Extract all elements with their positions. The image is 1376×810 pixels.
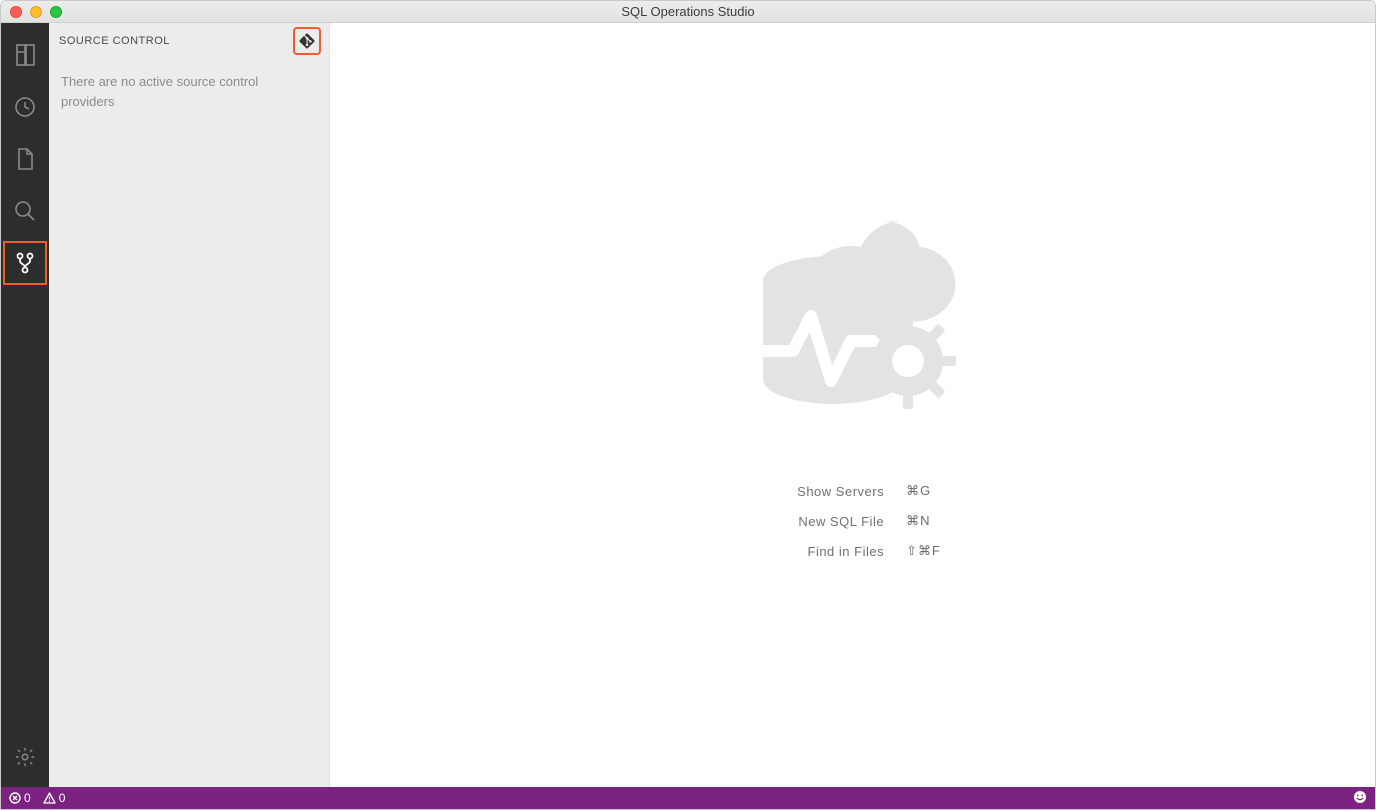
cmd-label: Find in Files — [764, 544, 884, 559]
welcome-commands: Show Servers ⌘G New SQL File ⌘N Find in … — [764, 483, 941, 559]
sidebar-header: SOURCE CONTROL — [49, 23, 329, 58]
welcome-cmd-find-files: Find in Files ⇧⌘F — [764, 543, 941, 559]
history-icon — [13, 95, 37, 119]
maximize-window-button[interactable] — [50, 6, 62, 18]
status-warnings-count: 0 — [59, 791, 66, 805]
welcome-cmd-show-servers: Show Servers ⌘G — [764, 483, 941, 499]
cmd-shortcut: ⌘G — [906, 483, 931, 499]
app-splash-icon — [723, 181, 983, 441]
status-warnings[interactable]: 0 — [43, 791, 66, 805]
activity-servers[interactable] — [1, 31, 49, 79]
error-icon — [9, 792, 21, 804]
sidebar: SOURCE CONTROL There are no active sourc… — [49, 23, 330, 787]
welcome-cmd-new-sql: New SQL File ⌘N — [764, 513, 941, 529]
cmd-shortcut: ⇧⌘F — [906, 543, 941, 559]
editor-area: Show Servers ⌘G New SQL File ⌘N Find in … — [330, 23, 1375, 787]
cmd-label: Show Servers — [764, 484, 884, 499]
sidebar-title: SOURCE CONTROL — [59, 35, 170, 47]
status-feedback[interactable] — [1353, 790, 1367, 807]
git-icon — [299, 33, 315, 49]
sidebar-empty-message: There are no active source control provi… — [49, 58, 329, 112]
titlebar: SQL Operations Studio — [1, 1, 1375, 23]
welcome-splash: Show Servers ⌘G New SQL File ⌘N Find in … — [723, 181, 983, 559]
servers-icon — [13, 43, 37, 67]
gear-icon — [14, 746, 36, 768]
window-controls — [10, 6, 62, 18]
close-window-button[interactable] — [10, 6, 22, 18]
activity-task-history[interactable] — [1, 83, 49, 131]
status-errors-count: 0 — [24, 791, 31, 805]
warning-icon — [43, 792, 56, 804]
status-errors[interactable]: 0 — [9, 791, 31, 805]
activity-settings[interactable] — [1, 733, 49, 781]
window-title: SQL Operations Studio — [621, 4, 754, 19]
minimize-window-button[interactable] — [30, 6, 42, 18]
file-icon — [13, 147, 37, 171]
search-icon — [13, 199, 37, 223]
activity-search[interactable] — [1, 187, 49, 235]
activity-explorer[interactable] — [1, 135, 49, 183]
cmd-label: New SQL File — [764, 514, 884, 529]
initialize-repository-button[interactable] — [295, 29, 319, 53]
smiley-icon — [1353, 790, 1367, 804]
activity-bar — [1, 23, 49, 787]
activity-source-control[interactable] — [1, 239, 49, 287]
status-bar: 0 0 — [1, 787, 1375, 809]
cmd-shortcut: ⌘N — [906, 513, 930, 529]
source-control-icon — [13, 251, 37, 275]
